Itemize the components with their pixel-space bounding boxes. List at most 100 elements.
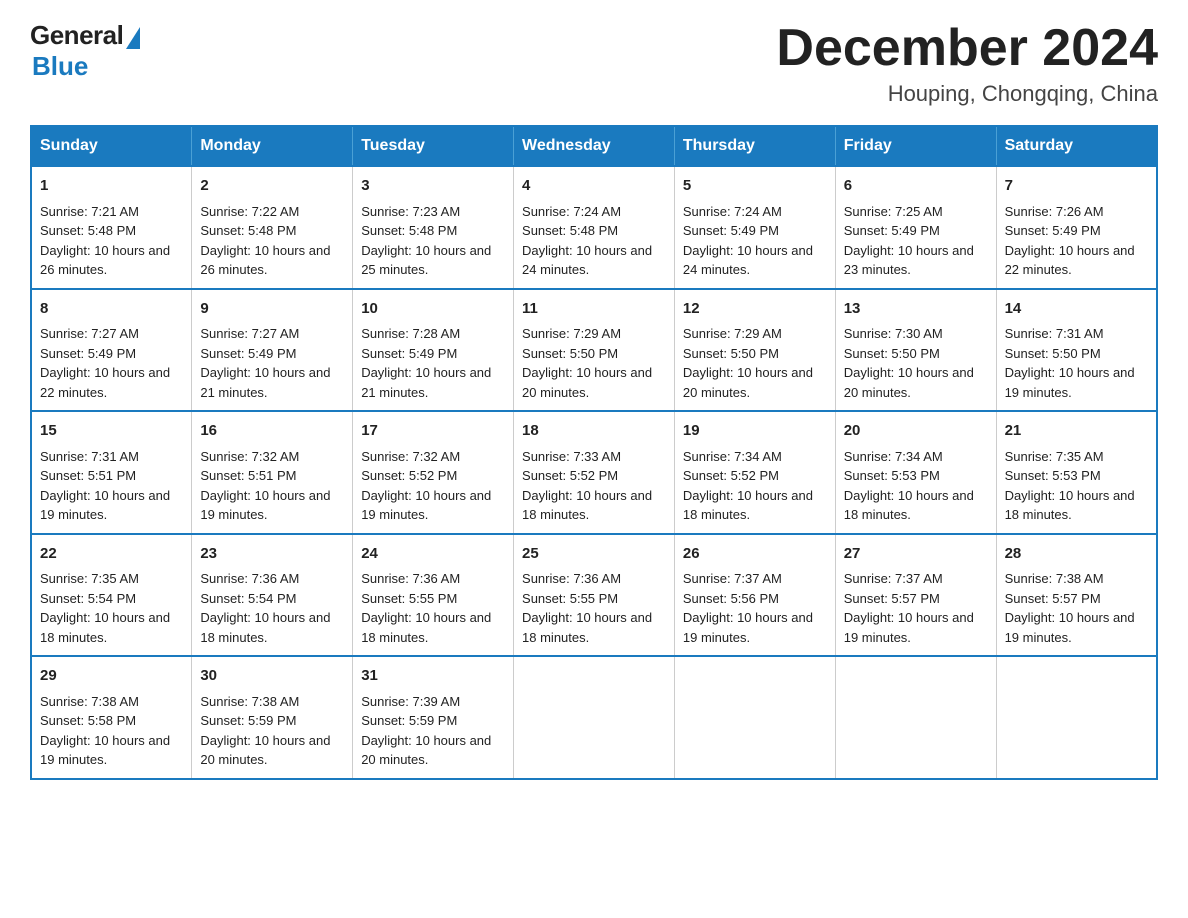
calendar-cell: 17 Sunrise: 7:32 AM Sunset: 5:52 PM Dayl… [353, 411, 514, 534]
sunrise-info: Sunrise: 7:29 AM [683, 326, 782, 341]
day-number: 11 [522, 298, 666, 321]
daylight-info: Daylight: 10 hours and 21 minutes. [361, 365, 491, 400]
sunset-info: Sunset: 5:53 PM [1005, 468, 1101, 483]
sunrise-info: Sunrise: 7:35 AM [40, 571, 139, 586]
day-number: 7 [1005, 175, 1148, 198]
week-row-1: 1 Sunrise: 7:21 AM Sunset: 5:48 PM Dayli… [31, 166, 1157, 289]
calendar-cell [674, 656, 835, 779]
day-number: 29 [40, 665, 183, 688]
daylight-info: Daylight: 10 hours and 18 minutes. [844, 488, 974, 523]
calendar-cell: 6 Sunrise: 7:25 AM Sunset: 5:49 PM Dayli… [835, 166, 996, 289]
day-number: 3 [361, 175, 505, 198]
sunset-info: Sunset: 5:54 PM [40, 591, 136, 606]
header-monday: Monday [192, 126, 353, 166]
sunrise-info: Sunrise: 7:28 AM [361, 326, 460, 341]
daylight-info: Daylight: 10 hours and 18 minutes. [40, 610, 170, 645]
day-number: 18 [522, 420, 666, 443]
header-thursday: Thursday [674, 126, 835, 166]
calendar-cell: 22 Sunrise: 7:35 AM Sunset: 5:54 PM Dayl… [31, 534, 192, 657]
month-title: December 2024 [776, 20, 1158, 77]
logo-blue-text: Blue [32, 51, 88, 82]
day-number: 10 [361, 298, 505, 321]
location-text: Houping, Chongqing, China [776, 81, 1158, 107]
day-number: 24 [361, 543, 505, 566]
sunrise-info: Sunrise: 7:36 AM [200, 571, 299, 586]
day-number: 15 [40, 420, 183, 443]
day-number: 22 [40, 543, 183, 566]
logo: General Blue [30, 20, 140, 82]
sunset-info: Sunset: 5:50 PM [683, 346, 779, 361]
daylight-info: Daylight: 10 hours and 19 minutes. [683, 610, 813, 645]
sunrise-info: Sunrise: 7:27 AM [40, 326, 139, 341]
sunrise-info: Sunrise: 7:30 AM [844, 326, 943, 341]
sunrise-info: Sunrise: 7:37 AM [844, 571, 943, 586]
header-saturday: Saturday [996, 126, 1157, 166]
sunrise-info: Sunrise: 7:25 AM [844, 204, 943, 219]
daylight-info: Daylight: 10 hours and 18 minutes. [683, 488, 813, 523]
day-number: 28 [1005, 543, 1148, 566]
calendar-cell: 13 Sunrise: 7:30 AM Sunset: 5:50 PM Dayl… [835, 289, 996, 412]
daylight-info: Daylight: 10 hours and 18 minutes. [361, 610, 491, 645]
calendar-cell: 15 Sunrise: 7:31 AM Sunset: 5:51 PM Dayl… [31, 411, 192, 534]
daylight-info: Daylight: 10 hours and 25 minutes. [361, 243, 491, 278]
sunset-info: Sunset: 5:49 PM [1005, 223, 1101, 238]
day-number: 1 [40, 175, 183, 198]
daylight-info: Daylight: 10 hours and 19 minutes. [40, 488, 170, 523]
sunset-info: Sunset: 5:52 PM [522, 468, 618, 483]
sunrise-info: Sunrise: 7:24 AM [683, 204, 782, 219]
daylight-info: Daylight: 10 hours and 19 minutes. [361, 488, 491, 523]
day-number: 31 [361, 665, 505, 688]
daylight-info: Daylight: 10 hours and 19 minutes. [1005, 610, 1135, 645]
calendar-cell [996, 656, 1157, 779]
calendar-table: SundayMondayTuesdayWednesdayThursdayFrid… [30, 125, 1158, 780]
calendar-cell: 9 Sunrise: 7:27 AM Sunset: 5:49 PM Dayli… [192, 289, 353, 412]
week-row-4: 22 Sunrise: 7:35 AM Sunset: 5:54 PM Dayl… [31, 534, 1157, 657]
calendar-cell: 4 Sunrise: 7:24 AM Sunset: 5:48 PM Dayli… [514, 166, 675, 289]
sunrise-info: Sunrise: 7:34 AM [844, 449, 943, 464]
daylight-info: Daylight: 10 hours and 24 minutes. [522, 243, 652, 278]
sunrise-info: Sunrise: 7:31 AM [40, 449, 139, 464]
daylight-info: Daylight: 10 hours and 18 minutes. [522, 488, 652, 523]
sunrise-info: Sunrise: 7:38 AM [200, 694, 299, 709]
daylight-info: Daylight: 10 hours and 18 minutes. [522, 610, 652, 645]
daylight-info: Daylight: 10 hours and 19 minutes. [1005, 365, 1135, 400]
calendar-cell: 23 Sunrise: 7:36 AM Sunset: 5:54 PM Dayl… [192, 534, 353, 657]
sunset-info: Sunset: 5:55 PM [522, 591, 618, 606]
day-number: 6 [844, 175, 988, 198]
sunset-info: Sunset: 5:59 PM [200, 713, 296, 728]
daylight-info: Daylight: 10 hours and 26 minutes. [200, 243, 330, 278]
calendar-cell: 28 Sunrise: 7:38 AM Sunset: 5:57 PM Dayl… [996, 534, 1157, 657]
sunset-info: Sunset: 5:49 PM [844, 223, 940, 238]
day-number: 19 [683, 420, 827, 443]
sunset-info: Sunset: 5:56 PM [683, 591, 779, 606]
calendar-cell: 8 Sunrise: 7:27 AM Sunset: 5:49 PM Dayli… [31, 289, 192, 412]
sunrise-info: Sunrise: 7:34 AM [683, 449, 782, 464]
daylight-info: Daylight: 10 hours and 18 minutes. [200, 610, 330, 645]
calendar-cell: 11 Sunrise: 7:29 AM Sunset: 5:50 PM Dayl… [514, 289, 675, 412]
sunset-info: Sunset: 5:48 PM [361, 223, 457, 238]
sunset-info: Sunset: 5:48 PM [522, 223, 618, 238]
daylight-info: Daylight: 10 hours and 20 minutes. [361, 733, 491, 768]
calendar-cell: 1 Sunrise: 7:21 AM Sunset: 5:48 PM Dayli… [31, 166, 192, 289]
day-number: 2 [200, 175, 344, 198]
sunrise-info: Sunrise: 7:22 AM [200, 204, 299, 219]
day-number: 13 [844, 298, 988, 321]
sunrise-info: Sunrise: 7:39 AM [361, 694, 460, 709]
calendar-header: SundayMondayTuesdayWednesdayThursdayFrid… [31, 126, 1157, 166]
calendar-cell: 20 Sunrise: 7:34 AM Sunset: 5:53 PM Dayl… [835, 411, 996, 534]
day-number: 5 [683, 175, 827, 198]
sunset-info: Sunset: 5:49 PM [200, 346, 296, 361]
header-wednesday: Wednesday [514, 126, 675, 166]
calendar-cell: 31 Sunrise: 7:39 AM Sunset: 5:59 PM Dayl… [353, 656, 514, 779]
sunset-info: Sunset: 5:48 PM [200, 223, 296, 238]
sunrise-info: Sunrise: 7:23 AM [361, 204, 460, 219]
daylight-info: Daylight: 10 hours and 22 minutes. [40, 365, 170, 400]
day-number: 14 [1005, 298, 1148, 321]
calendar-cell: 25 Sunrise: 7:36 AM Sunset: 5:55 PM Dayl… [514, 534, 675, 657]
sunset-info: Sunset: 5:50 PM [522, 346, 618, 361]
sunrise-info: Sunrise: 7:36 AM [522, 571, 621, 586]
day-number: 16 [200, 420, 344, 443]
daylight-info: Daylight: 10 hours and 19 minutes. [844, 610, 974, 645]
title-area: December 2024 Houping, Chongqing, China [776, 20, 1158, 107]
sunrise-info: Sunrise: 7:37 AM [683, 571, 782, 586]
